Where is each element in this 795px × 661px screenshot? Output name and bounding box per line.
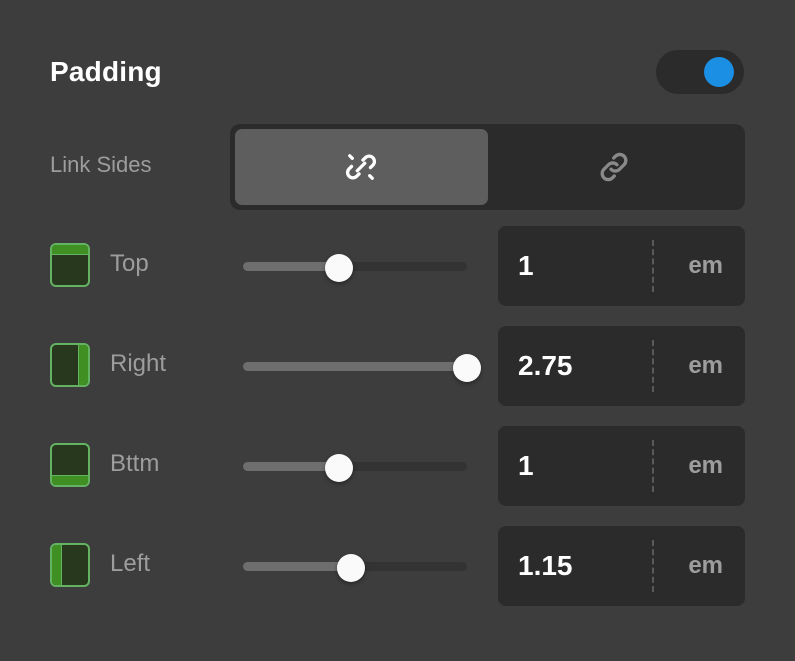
icon-edge-highlight xyxy=(52,245,88,255)
slider-fill xyxy=(243,362,467,371)
icon-edge-highlight xyxy=(52,475,88,485)
slider-thumb[interactable] xyxy=(336,554,365,582)
link-sides-label: Link Sides xyxy=(50,152,152,177)
value-divider xyxy=(652,440,654,492)
side-row-bottom: Bttm 1 em xyxy=(0,424,795,508)
side-row-top: Top 1 em xyxy=(0,224,795,308)
segment-link[interactable] xyxy=(488,129,741,205)
padding-panel: Padding Link Sides Top 1 em Right 2.75 e… xyxy=(0,0,795,661)
unit-bottom[interactable]: em xyxy=(688,452,723,480)
side-label-bottom: Bttm xyxy=(110,450,160,477)
unit-top[interactable]: em xyxy=(688,252,723,280)
link-sides-row: Link Sides xyxy=(0,124,795,210)
value-right[interactable]: 2.75 xyxy=(518,350,573,382)
value-bottom[interactable]: 1 xyxy=(518,450,534,482)
icon-edge-highlight xyxy=(78,345,88,385)
link-sides-segmented-control xyxy=(230,124,745,210)
padding-right-icon xyxy=(50,343,90,387)
page-title: Padding xyxy=(50,56,162,87)
slider-thumb[interactable] xyxy=(325,254,354,282)
slider-left[interactable] xyxy=(243,554,467,582)
unit-right[interactable]: em xyxy=(688,352,723,380)
unit-left[interactable]: em xyxy=(688,552,723,580)
link-icon xyxy=(596,149,632,185)
slider-top[interactable] xyxy=(243,254,467,282)
segment-unlink[interactable] xyxy=(235,129,488,205)
side-row-right: Right 2.75 em xyxy=(0,324,795,408)
toggle-knob xyxy=(704,57,734,87)
side-label-top: Top xyxy=(110,250,149,277)
value-divider xyxy=(652,240,654,292)
side-label-left: Left xyxy=(110,550,151,577)
value-left[interactable]: 1.15 xyxy=(518,550,573,582)
icon-edge-highlight xyxy=(52,545,62,585)
value-field-right[interactable]: 2.75 em xyxy=(498,326,745,406)
value-top[interactable]: 1 xyxy=(518,250,534,282)
slider-bottom[interactable] xyxy=(243,454,467,482)
padding-bottom-icon xyxy=(50,443,90,487)
value-divider xyxy=(652,540,654,592)
slider-right[interactable] xyxy=(243,354,481,382)
value-field-top[interactable]: 1 em xyxy=(498,226,745,306)
unlink-icon xyxy=(343,149,379,185)
slider-thumb[interactable] xyxy=(325,454,354,482)
value-field-left[interactable]: 1.15 em xyxy=(498,526,745,606)
side-row-left: Left 1.15 em xyxy=(0,524,795,608)
slider-thumb[interactable] xyxy=(453,354,481,382)
side-label-right: Right xyxy=(110,350,167,377)
padding-top-icon xyxy=(50,243,90,287)
value-field-bottom[interactable]: 1 em xyxy=(498,426,745,506)
padding-enabled-toggle[interactable] xyxy=(656,50,744,94)
padding-left-icon xyxy=(50,543,90,587)
slider-fill xyxy=(243,562,351,571)
panel-header: Padding xyxy=(0,40,795,104)
value-divider xyxy=(652,340,654,392)
